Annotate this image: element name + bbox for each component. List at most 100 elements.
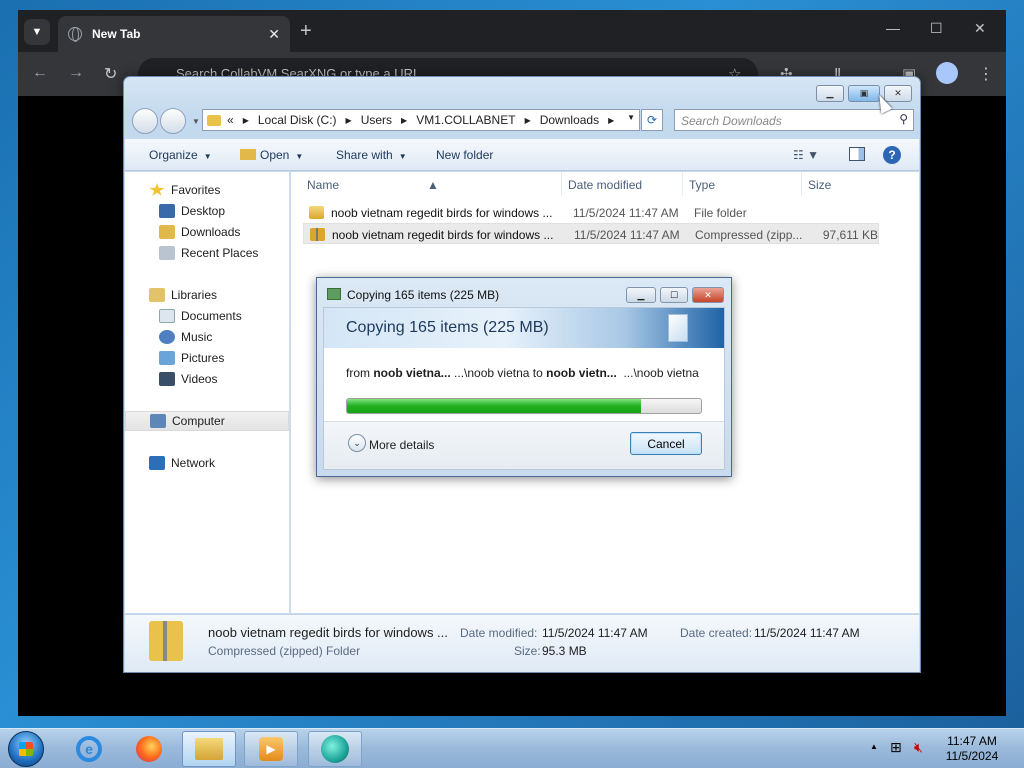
details-date-modified: 11/5/2024 11:47 AM [542, 626, 648, 640]
documents-icon [159, 309, 175, 323]
dialog-close-button[interactable]: ✕ [692, 287, 724, 303]
address-dropdown-icon[interactable]: ▼ [627, 113, 635, 122]
more-details-chevron-icon[interactable]: ⌄ [348, 434, 366, 452]
clock-date: 11/5/2024 [945, 749, 999, 763]
profile-avatar[interactable] [936, 62, 958, 84]
change-view-icon[interactable]: ☷ ▼ [793, 148, 819, 162]
breadcrumb-arrow-icon[interactable]: ▶ [525, 116, 531, 125]
breadcrumb-arrow-icon[interactable]: ▶ [608, 116, 614, 125]
column-size[interactable]: Size [808, 178, 831, 192]
details-pane: noob vietnam regedit birds for windows .… [125, 614, 919, 672]
recent-pages-dropdown-icon[interactable]: ▼ [192, 117, 200, 126]
dialog-body: Copying 165 items (225 MB) from noob vie… [323, 307, 725, 470]
start-button[interactable] [8, 731, 44, 767]
file-date: 11/5/2024 11:47 AM [574, 228, 680, 242]
show-hidden-icons[interactable]: ▲ [870, 742, 878, 751]
search-input[interactable]: Search Downloads ⚲ [674, 109, 914, 131]
refresh-button[interactable]: ⟳ [641, 109, 663, 131]
forward-arrow-icon[interactable]: → [68, 64, 84, 82]
libraries-icon [149, 288, 165, 302]
breadcrumb-arrow-icon[interactable]: ▶ [243, 116, 249, 125]
firefox-icon [136, 736, 162, 762]
back-arrow-icon[interactable]: ← [32, 64, 48, 82]
globe-icon [68, 27, 82, 42]
breadcrumb-arrow-icon[interactable]: ▶ [346, 116, 352, 125]
nav-computer[interactable]: Computer [125, 411, 289, 431]
copy-progress-dialog: Copying 165 items (225 MB) ▁ ☐ ✕ Copying… [316, 277, 732, 477]
search-placeholder: Search Downloads [681, 114, 782, 128]
file-size: 97,611 KB [822, 228, 878, 242]
nav-favorites[interactable]: Favorites [149, 180, 313, 200]
file-row[interactable]: noob vietnam regedit birds for windows .… [303, 223, 879, 244]
search-icon[interactable]: ⚲ [899, 112, 908, 126]
tab-search-button[interactable]: ▼ [24, 19, 50, 45]
explorer-minimize-button[interactable]: ▁ [816, 85, 844, 102]
close-tab-icon[interactable]: ✕ [268, 26, 280, 43]
column-type[interactable]: Type [689, 178, 715, 192]
zip-folder-icon [310, 228, 325, 241]
open-button[interactable]: Open ▼ [240, 148, 303, 162]
explorer-forward-button[interactable] [160, 108, 186, 134]
from-name[interactable]: noob vietna... [373, 366, 450, 380]
network-tray-icon[interactable]: ⊞ [890, 739, 902, 756]
open-folder-icon [240, 149, 256, 160]
page-icon [668, 314, 688, 342]
dialog-maximize-button[interactable]: ☐ [660, 287, 688, 303]
file-name: noob vietnam regedit birds for windows .… [331, 206, 553, 220]
breadcrumb-user[interactable]: VM1.COLLABNET [416, 113, 515, 127]
details-date-created-label: Date created: [680, 626, 753, 640]
back-forward-buttons [132, 108, 190, 134]
address-bar[interactable]: « ▶ Local Disk (C:) ▶ Users ▶ VM1.COLLAB… [202, 109, 640, 131]
details-size: 95.3 MB [542, 644, 587, 658]
taskbar-internet-explorer[interactable]: e [62, 731, 116, 767]
organize-button[interactable]: Organize ▼ [149, 148, 212, 162]
taskbar-explorer[interactable] [182, 731, 236, 767]
file-type: File folder [694, 206, 747, 220]
taskbar-firefox[interactable] [122, 731, 176, 767]
nav-network[interactable]: Network [149, 453, 313, 473]
network-icon [149, 456, 165, 470]
new-folder-button[interactable]: New folder [436, 148, 493, 162]
more-details-toggle[interactable]: More details [369, 438, 434, 452]
help-icon[interactable]: ? [883, 146, 901, 164]
column-name[interactable]: Name [307, 178, 339, 192]
menu-kebab-icon[interactable]: ⋮ [978, 64, 994, 84]
column-date-modified[interactable]: Date modified [568, 178, 642, 192]
reload-icon[interactable]: ↻ [104, 64, 117, 84]
minimize-icon[interactable]: — [886, 20, 900, 36]
details-type: Compressed (zipped) Folder [208, 644, 361, 658]
details-date-modified-label: Date modified: [460, 626, 538, 640]
close-window-icon[interactable]: ✕ [974, 20, 986, 37]
star-icon [149, 183, 165, 196]
taskbar-media-player[interactable]: ▶ [244, 731, 298, 767]
app-icon [321, 735, 349, 763]
breadcrumb-arrow-icon[interactable]: ▶ [401, 116, 407, 125]
details-name: noob vietnam regedit birds for windows .… [208, 625, 448, 640]
taskbar: e ▶ ▲ ⊞ 🔇︎ 11:47 AM 11/5/2024 [0, 728, 1024, 768]
file-row[interactable]: noob vietnam regedit birds for windows .… [303, 202, 879, 223]
maximize-icon[interactable]: ☐ [930, 20, 943, 37]
media-player-icon: ▶ [259, 737, 283, 761]
taskbar-chrome-app[interactable] [308, 731, 362, 767]
clock[interactable]: 11:47 AM 11/5/2024 [936, 734, 1008, 764]
preview-pane-icon[interactable] [849, 147, 865, 161]
file-type: Compressed (zipp... [695, 228, 803, 242]
recent-places-icon [159, 246, 175, 260]
command-bar: Organize ▼ Open ▼ Share with ▼ New folder ☷… [125, 139, 919, 171]
dialog-footer: ⌄ More details Cancel [324, 421, 724, 469]
explorer-back-button[interactable] [132, 108, 158, 134]
share-with-button[interactable]: Share with ▼ [336, 148, 407, 162]
volume-muted-icon[interactable]: 🔇︎ [914, 739, 923, 756]
dialog-minimize-button[interactable]: ▁ [626, 287, 656, 303]
breadcrumb-local-disk[interactable]: Local Disk (C:) [258, 113, 337, 127]
copy-icon [327, 288, 341, 300]
breadcrumb-users[interactable]: Users [361, 113, 392, 127]
address-overflow[interactable]: « [227, 113, 234, 127]
to-name[interactable]: noob vietn... [546, 366, 617, 380]
new-tab-button[interactable]: + [300, 20, 312, 43]
to-path: ...\noob vietna [623, 366, 699, 380]
breadcrumb-downloads[interactable]: Downloads [540, 113, 599, 127]
cancel-button[interactable]: Cancel [630, 432, 702, 455]
tab-new-tab[interactable]: New Tab ✕ [58, 16, 290, 52]
nav-libraries[interactable]: Libraries [149, 285, 313, 305]
